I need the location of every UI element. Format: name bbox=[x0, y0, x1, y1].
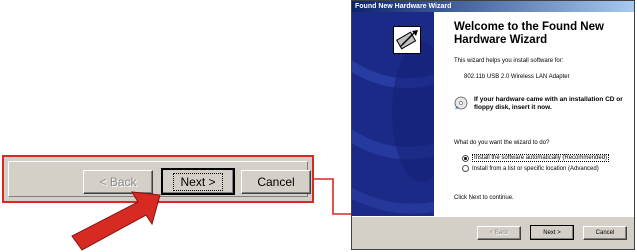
intro-text: This wizard helps you install software f… bbox=[454, 58, 564, 64]
radio-selected[interactable] bbox=[462, 154, 469, 162]
wizard-footer: < Back Next > Cancel bbox=[352, 216, 634, 249]
option-label: Install from a list or specific location… bbox=[472, 165, 599, 172]
wizard-heading: Welcome to the Found New Hardware Wizard bbox=[454, 21, 604, 46]
continue-text: Click Next to continue. bbox=[454, 195, 514, 201]
option-label: Install the software automatically (Reco… bbox=[472, 154, 610, 162]
device-name: 802.11b USB 2.0 Wireless LAN Adapter bbox=[464, 74, 570, 80]
option-install-from-list[interactable]: Install from a list or specific location… bbox=[462, 165, 599, 172]
back-label: < Back bbox=[489, 230, 509, 236]
wizard-side-panel bbox=[352, 12, 434, 216]
hardware-wizard-icon bbox=[393, 26, 421, 54]
next-label: Next > bbox=[543, 229, 561, 236]
cancel-label: Cancel bbox=[595, 230, 615, 236]
wizard-question: What do you want the wizard to do? bbox=[454, 140, 550, 146]
option-install-automatically[interactable]: Install the software automatically (Reco… bbox=[462, 154, 610, 162]
back-button[interactable]: < Back bbox=[477, 226, 521, 240]
pointer-arrow-icon bbox=[71, 191, 161, 251]
title-bar: Found New Hardware Wizard bbox=[352, 1, 634, 12]
wizard-content: Welcome to the Found New Hardware Wizard… bbox=[434, 12, 634, 216]
cd-prompt: If your hardware came with an installati… bbox=[474, 96, 623, 111]
cd-icon bbox=[454, 96, 468, 110]
wizard-window: Found New Hardware Wizard Welcome to the… bbox=[351, 0, 635, 250]
next-button[interactable]: Next > bbox=[530, 225, 574, 240]
radio-unselected[interactable] bbox=[462, 165, 469, 172]
cancel-button[interactable]: Cancel bbox=[583, 226, 627, 240]
